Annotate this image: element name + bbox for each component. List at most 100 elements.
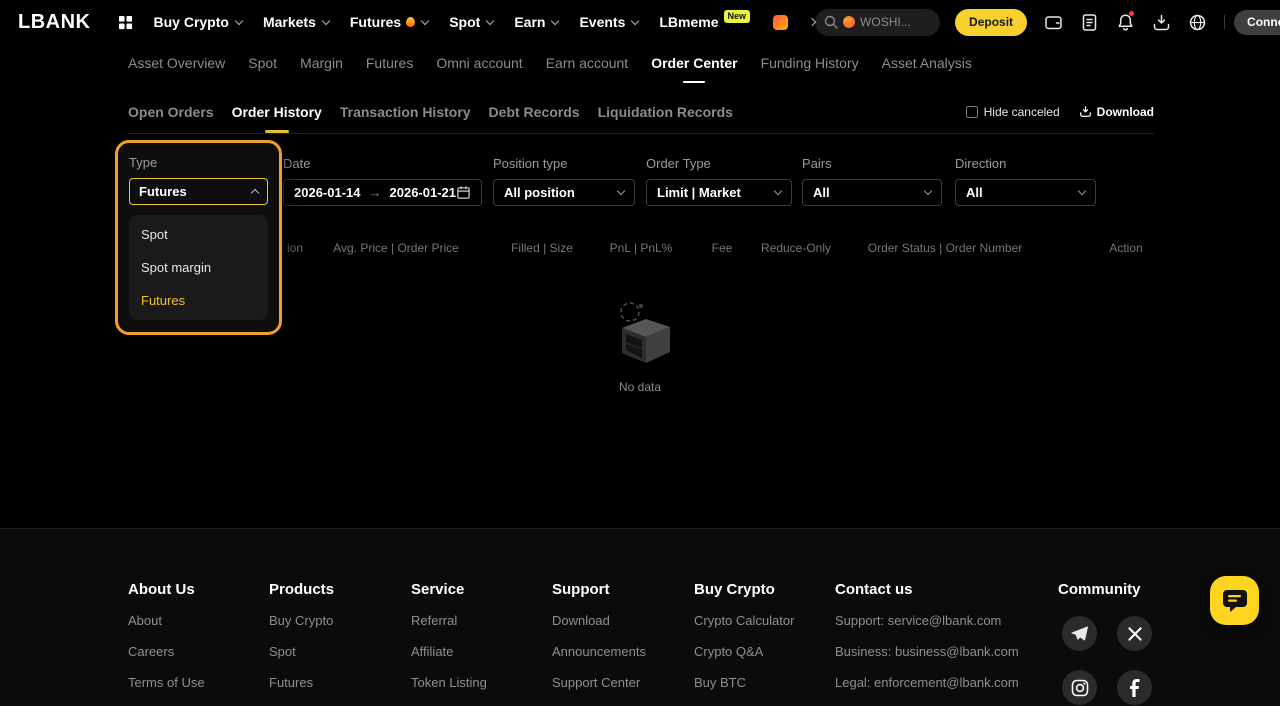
- footer-link-futures[interactable]: Futures: [269, 676, 334, 690]
- table-column-order-status: Order Status | Order Number: [868, 241, 1023, 255]
- date-filter-label: Date: [283, 156, 482, 171]
- app-download-icon[interactable]: [1143, 4, 1179, 40]
- tab-transaction-history[interactable]: Transaction History: [340, 104, 471, 120]
- hide-canceled-checkbox[interactable]: [966, 106, 978, 118]
- footer-link-careers[interactable]: Careers: [128, 645, 205, 659]
- footer-column-support: Support Download Announcements Support C…: [552, 581, 646, 706]
- account-nav-asset-analysis[interactable]: Asset Analysis: [882, 55, 972, 71]
- nav-spot-label: Spot: [449, 14, 480, 30]
- footer-link-spot[interactable]: Spot: [269, 645, 334, 659]
- search-icon: [824, 15, 838, 29]
- type-select[interactable]: Futures: [129, 178, 268, 205]
- apps-grid-icon[interactable]: [118, 15, 133, 30]
- language-globe-icon[interactable]: [1179, 4, 1215, 40]
- type-option-futures[interactable]: Futures: [129, 284, 268, 317]
- chevron-down-icon: [551, 17, 559, 25]
- x-twitter-icon[interactable]: [1117, 616, 1152, 651]
- footer-link-announcements[interactable]: Announcements: [552, 645, 646, 659]
- empty-box-icon: [600, 296, 680, 374]
- tab-open-orders[interactable]: Open Orders: [128, 104, 214, 120]
- footer-contact-support-email[interactable]: Support: service@lbank.com: [835, 614, 1019, 628]
- nav-lbmeme-label: LBmeme: [659, 14, 718, 30]
- footer-link-terms-of-use[interactable]: Terms of Use: [128, 676, 205, 690]
- footer-link-download[interactable]: Download: [552, 614, 646, 628]
- footer-link-crypto-calculator[interactable]: Crypto Calculator: [694, 614, 794, 628]
- order-tabs-row: Open Orders Order History Transaction Hi…: [128, 98, 1154, 125]
- navbar-icons: [1035, 4, 1215, 40]
- facebook-icon[interactable]: [1117, 670, 1152, 705]
- nav-earn[interactable]: Earn: [514, 14, 558, 30]
- footer-contact-legal-email[interactable]: Legal: enforcement@lbank.com: [835, 676, 1019, 690]
- footer-link-crypto-qa[interactable]: Crypto Q&A: [694, 645, 794, 659]
- footer-title: Service: [411, 581, 487, 598]
- hide-canceled-toggle[interactable]: Hide canceled: [966, 105, 1060, 119]
- flame-icon: [406, 17, 415, 27]
- deposit-button[interactable]: Deposit: [955, 9, 1027, 36]
- pairs-value: All: [813, 185, 830, 200]
- tab-liquidation-records[interactable]: Liquidation Records: [598, 104, 733, 120]
- account-nav-futures[interactable]: Futures: [366, 55, 413, 71]
- orders-document-icon[interactable]: [1071, 4, 1107, 40]
- type-option-spot-margin[interactable]: Spot margin: [129, 251, 268, 284]
- date-to-value: 2026-01-21: [390, 185, 457, 200]
- footer-link-buy-crypto[interactable]: Buy Crypto: [269, 614, 334, 628]
- account-nav-order-center[interactable]: Order Center: [651, 55, 737, 71]
- tab-debt-records[interactable]: Debt Records: [489, 104, 580, 120]
- notifications-bell-icon[interactable]: [1107, 4, 1143, 40]
- footer-contact-business-email[interactable]: Business: business@lbank.com: [835, 645, 1019, 659]
- download-button[interactable]: Download: [1079, 105, 1154, 119]
- chevron-up-icon: [251, 189, 259, 197]
- order-type-select[interactable]: Limit | Market: [646, 179, 792, 206]
- table-column-action: Action: [1109, 241, 1142, 255]
- telegram-icon[interactable]: [1062, 616, 1097, 651]
- tab-order-history[interactable]: Order History: [232, 104, 322, 120]
- footer-link-support-center[interactable]: Support Center: [552, 676, 646, 690]
- lbank-logo[interactable]: LBANK: [18, 11, 91, 34]
- account-nav: Asset Overview Spot Margin Futures Omni …: [128, 50, 972, 76]
- direction-select[interactable]: All: [955, 179, 1096, 206]
- footer-link-about[interactable]: About: [128, 614, 205, 628]
- top-navbar: LBANK Buy Crypto Markets Futures Spot Ea…: [0, 0, 1280, 44]
- chat-button[interactable]: [1210, 576, 1259, 625]
- pairs-select[interactable]: All: [802, 179, 942, 206]
- hide-canceled-label: Hide canceled: [984, 105, 1060, 119]
- footer-title: Support: [552, 581, 646, 598]
- footer-link-referral[interactable]: Referral: [411, 614, 487, 628]
- footer-title: Buy Crypto: [694, 581, 794, 598]
- account-nav-earn-account[interactable]: Earn account: [546, 55, 629, 71]
- table-column-fee: Fee: [712, 241, 733, 255]
- nav-markets[interactable]: Markets: [263, 14, 329, 30]
- footer-link-affiliate[interactable]: Affiliate: [411, 645, 487, 659]
- account-nav-omni-account[interactable]: Omni account: [436, 55, 522, 71]
- chevron-down-icon: [486, 17, 494, 25]
- promo-icon[interactable]: [773, 15, 788, 30]
- direction-filter-group: Direction All: [955, 156, 1096, 206]
- search-input[interactable]: [860, 15, 931, 29]
- instagram-icon[interactable]: [1062, 670, 1097, 705]
- type-option-spot[interactable]: Spot: [129, 218, 268, 251]
- footer-column-contact-us: Contact us Support: service@lbank.com Bu…: [835, 581, 1019, 706]
- footer-column-about-us: About Us About Careers Terms of Use: [128, 581, 205, 706]
- position-type-select[interactable]: All position: [493, 179, 635, 206]
- nav-futures[interactable]: Futures: [350, 14, 428, 30]
- account-nav-margin[interactable]: Margin: [300, 55, 343, 71]
- nav-lbmeme[interactable]: LBmemeNew: [659, 14, 750, 30]
- footer-column-service: Service Referral Affiliate Token Listing: [411, 581, 487, 706]
- footer-link-buy-btc[interactable]: Buy BTC: [694, 676, 794, 690]
- account-nav-funding-history[interactable]: Funding History: [761, 55, 859, 71]
- account-nav-spot[interactable]: Spot: [248, 55, 277, 71]
- search-box[interactable]: [815, 9, 940, 36]
- download-icon: [1079, 105, 1092, 118]
- nav-spot[interactable]: Spot: [449, 14, 493, 30]
- connect-wallet-button[interactable]: Connect: [1234, 10, 1280, 35]
- nav-events[interactable]: Events: [579, 14, 638, 30]
- calendar-icon: [456, 185, 471, 200]
- nav-buy-crypto[interactable]: Buy Crypto: [154, 14, 242, 30]
- account-nav-asset-overview[interactable]: Asset Overview: [128, 55, 225, 71]
- date-range-picker[interactable]: 2026-01-14 → 2026-01-21: [283, 179, 482, 206]
- chevron-down-icon: [774, 187, 782, 195]
- footer-link-token-listing[interactable]: Token Listing: [411, 676, 487, 690]
- vertical-divider: [1224, 15, 1225, 29]
- wallet-icon[interactable]: [1035, 4, 1071, 40]
- chevron-down-icon: [617, 187, 625, 195]
